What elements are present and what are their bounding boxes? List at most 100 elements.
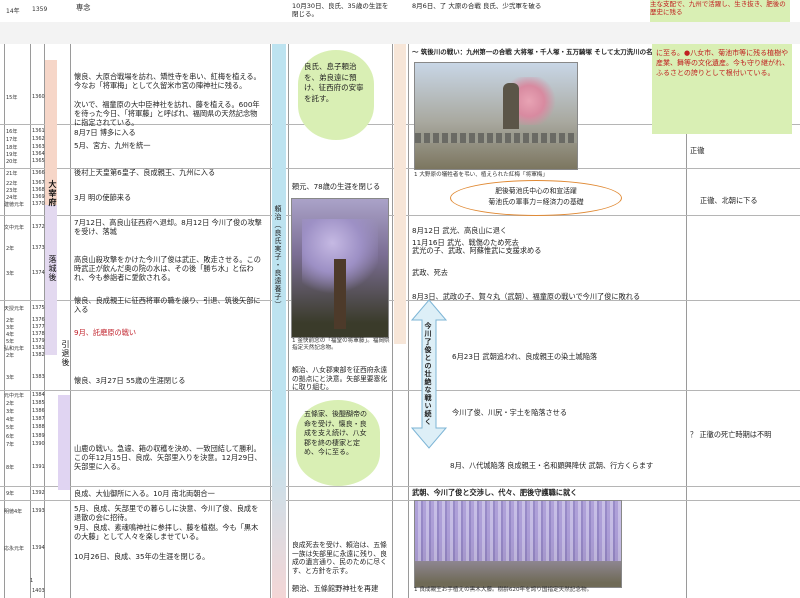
year-label: 2年: [6, 318, 15, 324]
top-year-num: 1359: [32, 6, 48, 13]
year-label: 元中元年: [4, 393, 25, 399]
event-text: 懐良、3月27日 55歳の生涯閉じる: [74, 376, 186, 385]
event-text: 9月、託磨原の戦い: [74, 328, 137, 337]
top-text-right: 8月6日、了 大原の合戦 良氏、少弐軍を破る: [412, 2, 542, 10]
year-num: 1363: [32, 144, 45, 150]
far-right-note: に至る。●八女市、菊池市等に残る植樹や産業、舞等の文化遺産。今も守り継がれ、ふる…: [656, 49, 790, 77]
photo-caption: 1 大野原の犠牲者を弔い、植えられた紅梅「将軍梅」: [414, 172, 548, 178]
right-text: 今川了俊、川尻・宇土を陥落させる: [452, 408, 568, 417]
year-label: 8年: [6, 465, 15, 471]
grid-line: [392, 0, 393, 598]
year-num: 1390: [32, 441, 45, 447]
event-text: 10月26日、良成、35年の生涯を閉じる。: [74, 552, 210, 561]
year-num: 1392: [32, 490, 45, 496]
year-label: 2年: [6, 401, 15, 407]
year-num: 1389: [32, 433, 45, 439]
year-num: 1373: [32, 245, 45, 251]
right-text: 武朝、今川了俊と交渉し、代々、肥後守護職に就く: [412, 488, 578, 497]
era-label-intai: 引退後: [61, 340, 70, 367]
middle-text: 頼元、78歳の生涯を閉じる: [292, 182, 381, 191]
year-num: 1361: [32, 128, 45, 134]
middle-text: 頼治、八女郡東部を征西府永遠の拠点にと決意。矢部里要塞化に取り組む。: [292, 366, 388, 392]
year-num: 1369: [32, 194, 45, 200]
far-right-text: 正徹: [690, 146, 705, 155]
year-label: 天授元年: [4, 306, 25, 312]
oval-text: 菊池氏の軍事力＝経済力の基礎: [488, 198, 584, 206]
year-num: 1382: [32, 352, 45, 358]
right-text: 8月3日、武政の子、賀々丸（武朝）、福童原の戦いで今川了俊に敗れる: [412, 292, 641, 301]
year-num: 1374: [32, 270, 45, 276]
oval-text: 肥後菊池氏中心の和宣活躍: [495, 187, 577, 195]
year-label: 9年: [6, 491, 15, 497]
right-text: 8月、八代城陥落 良成親王・名和顕興降伏 武朝、行方くらます: [450, 461, 654, 470]
lineage-label: 頼治（良氏実子・良遠養子）: [274, 205, 282, 309]
year-num: 1379: [32, 338, 45, 344]
photo-caption: 1 良成親王お手植えの黒木大藤。樹齢620年を誇り国指定天然記念物。: [414, 587, 593, 593]
year-label: 17年: [6, 137, 18, 143]
year-num: 1365: [32, 158, 45, 164]
grid-line: [270, 0, 271, 598]
page-gap: [0, 22, 800, 44]
year-num: 1377: [32, 324, 45, 330]
year-num: 1360: [32, 94, 45, 100]
year-num: 1391: [32, 464, 45, 470]
event-text: 良成、大仙御所に入る。10月 南北両朝合一: [74, 489, 215, 498]
year-label: 24年: [6, 195, 18, 201]
year-num: 1375: [32, 305, 45, 311]
year-label: 2年: [6, 246, 15, 252]
year-label: 5年: [6, 339, 15, 345]
year-num: 1383: [32, 374, 45, 380]
year-label: 16年: [6, 129, 18, 135]
top-text-left: 専念: [76, 3, 91, 12]
side-bar: [394, 44, 406, 344]
year-num: 1366: [32, 170, 45, 176]
right-text: 8月12日 武光、高良山に退く: [412, 226, 508, 235]
year-num: 1386: [32, 408, 45, 414]
era-label-dazaifu: 大宰府: [48, 180, 57, 207]
photo-kuroki-fuji: [414, 500, 622, 588]
year-num: 1394: [32, 545, 45, 551]
grid-line: [70, 0, 71, 598]
year-label: 明徳4年: [4, 509, 23, 515]
middle-text: 頼治、五條館野神社を再建: [292, 584, 379, 593]
year-label: 建徳元年: [4, 202, 25, 208]
far-right-text: ？ 正徹の死亡時期は不明: [690, 430, 772, 439]
year-num: 1376: [32, 317, 45, 323]
year-label: 4年: [6, 332, 15, 338]
year-num: 1362: [32, 136, 45, 142]
year-label: 6年: [6, 434, 15, 440]
top-year-label: 14年: [6, 8, 20, 15]
photo-shogun-fuji: [291, 198, 389, 338]
top-note: 主な支配で、九州で活躍し、生き抜き、肥後の歴史に残る: [650, 0, 790, 22]
year-num: 1393: [32, 508, 45, 514]
event-text: 7月12日、高良山征西府へ退却。8月12日 今川了俊の攻撃を受け、落城: [74, 218, 262, 237]
year-label: 19年: [6, 152, 18, 158]
year-label: 文中元年: [4, 225, 25, 231]
event-text: 5月、宮方、九州を統一: [74, 141, 151, 150]
era-label-rakujo: 落城後: [48, 255, 57, 282]
right-text: 武光の子、武政、阿蘇惟武に支援求める: [412, 246, 542, 255]
year-label: 21年: [6, 171, 18, 177]
event-text: 5月、良成、矢部里での暮らしに決意、今川了俊、良成を退散の会に招待。: [74, 504, 259, 523]
right-text: 6月23日 武朝追われ、良成親王の染土城陥落: [452, 352, 598, 361]
note-bubble: 五條家、後醍醐帝の命を受け、懐良・良成を支え続け、八女郡を終の棲家と定め、今に至…: [296, 400, 380, 486]
year-num: 1384: [32, 392, 45, 398]
year-label: 7年: [6, 442, 15, 448]
grid-hline: [0, 390, 800, 391]
photo-shogun-ume: [414, 62, 578, 170]
year-num: 1372: [32, 224, 45, 230]
year-label: 18年: [6, 145, 18, 151]
year-num: 1378: [32, 331, 45, 337]
grid-line: [288, 0, 289, 598]
year-label: 5年: [6, 425, 15, 431]
year-label: 3年: [6, 271, 15, 277]
year-label: 応永元年: [4, 546, 25, 552]
year-label: 3年: [6, 375, 15, 381]
year-num: 1364: [32, 151, 45, 157]
year-label: 1: [30, 578, 34, 584]
year-label: 23年: [6, 188, 18, 194]
event-text: 3月 明の使節来る: [74, 193, 132, 202]
year-label: 4年: [6, 417, 15, 423]
year-label: 22年: [6, 181, 18, 187]
grid-line: [408, 0, 409, 598]
